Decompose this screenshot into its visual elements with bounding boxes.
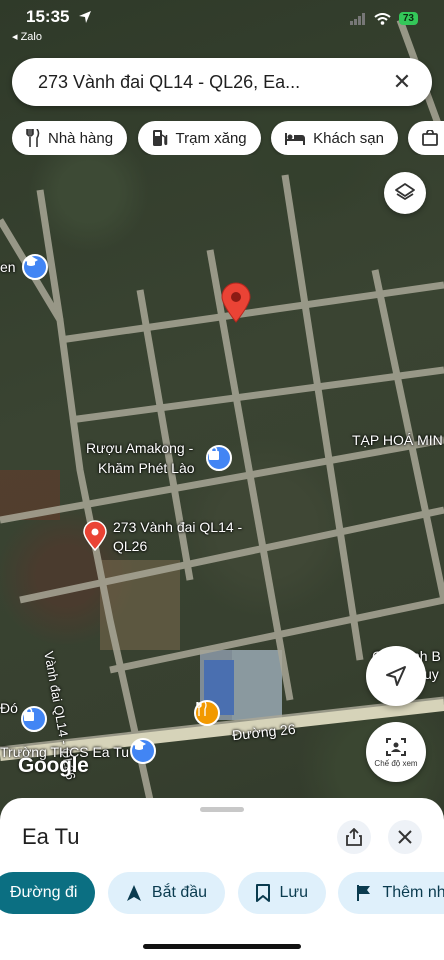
street-view-label: Chế độ xem (374, 758, 418, 768)
flag-icon (357, 885, 371, 901)
add-label-label: Thêm nhãn (382, 884, 444, 901)
status-icons: 73 (349, 12, 418, 25)
chip-label: Nhà hàng (48, 129, 114, 147)
place-title: Ea Tu (22, 824, 80, 849)
sheet-drag-handle[interactable] (200, 807, 244, 812)
home-indicator (143, 944, 301, 949)
cellular-icon (349, 12, 365, 25)
back-to-app[interactable]: ◂ Zalo (12, 30, 42, 43)
close-icon[interactable]: ✕ (390, 70, 414, 94)
map-label-partial-left: en (0, 259, 16, 275)
layers-icon (395, 183, 415, 200)
add-label-button[interactable]: Thêm nhãn (338, 872, 444, 914)
layers-button[interactable] (384, 172, 426, 214)
navigation-arrow-icon (386, 666, 406, 686)
action-buttons: Đường đi Bắt đầu Lưu Thêm nhãn (0, 872, 444, 914)
location-arrow-icon (79, 11, 91, 23)
navigation-arrow-icon (126, 885, 141, 901)
bookmark-icon (255, 884, 270, 902)
chip-label: Khách sạn (313, 129, 384, 147)
map-label-partial-do: Đó (0, 700, 18, 716)
shopping-poi-icon[interactable] (206, 445, 232, 471)
chip-shopping[interactable]: Qu (408, 121, 444, 155)
warehouse-roof-2 (232, 650, 282, 720)
directions-button[interactable]: Đường đi (0, 872, 96, 914)
shopping-poi-icon-2[interactable] (21, 706, 47, 732)
restaurant-poi-icon[interactable] (194, 700, 220, 726)
gas-station-icon (152, 130, 167, 146)
battery-indicator: 73 (398, 12, 418, 25)
chip-hotels[interactable]: Khách sạn (271, 121, 398, 155)
chip-label: Trạm xăng (175, 129, 247, 147)
wifi-icon (374, 12, 391, 25)
close-icon (398, 830, 412, 844)
save-button[interactable]: Lưu (237, 872, 327, 914)
poi-label-line2: Khăm Phét Lào (98, 460, 195, 476)
start-label: Bắt đầu (151, 884, 208, 901)
google-attribution: Google (18, 754, 89, 777)
street-view-icon (386, 737, 406, 756)
school-poi-icon-2[interactable] (130, 738, 156, 764)
school-poi-icon[interactable] (22, 254, 48, 280)
chip-gas-stations[interactable]: Trạm xăng (137, 121, 261, 155)
address-label-line1: 273 Vành đai QL14 - (113, 519, 243, 535)
map-label-partial-uy: uy (424, 666, 439, 682)
search-bar[interactable]: 273 Vành đai QL14 - QL26, Ea... ✕ (12, 58, 432, 106)
shopping-icon (422, 130, 439, 146)
status-bar: 15:35 ◂ Zalo 73 (0, 0, 444, 44)
street-view-button[interactable]: Chế độ xem (366, 722, 426, 782)
poi-label-line1: Rượu Amakong - (86, 440, 194, 456)
category-chips: Nhà hàng Trạm xăng Khách sạn Qu (12, 121, 444, 155)
save-label: Lưu (279, 884, 309, 901)
share-icon (346, 828, 362, 846)
hotel-icon (285, 133, 306, 145)
share-button[interactable] (337, 820, 371, 854)
map-label-shop: TẠP HOÁ MIN (352, 432, 443, 448)
directions-label: Đường đi (10, 884, 78, 901)
place-bottom-sheet[interactable]: Ea Tu Đường đi Bắt đầu Lưu Thêm nhãn (0, 798, 444, 960)
restaurant-icon (26, 129, 40, 147)
my-location-button[interactable] (366, 646, 426, 706)
address-pin-icon[interactable] (83, 520, 107, 552)
start-button[interactable]: Bắt đầu (107, 872, 226, 914)
chip-restaurants[interactable]: Nhà hàng (12, 121, 128, 155)
status-time: 15:35 (26, 7, 70, 26)
search-query[interactable]: 273 Vành đai QL14 - QL26, Ea... (38, 72, 300, 93)
address-label-line2: QL26 (113, 538, 148, 554)
sheet-close-button[interactable] (388, 820, 422, 854)
